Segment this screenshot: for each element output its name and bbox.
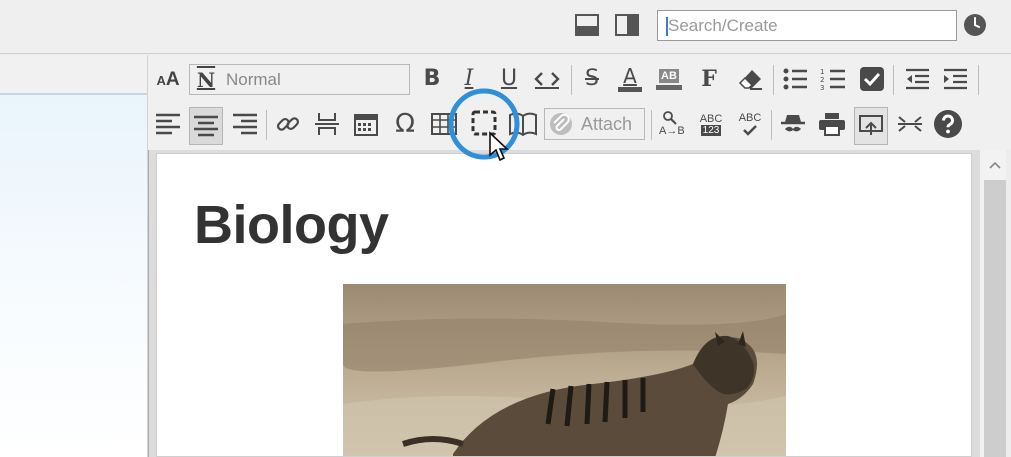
strikethrough-icon: S (585, 66, 599, 91)
thylacine-photo (343, 284, 786, 456)
incognito-button[interactable] (778, 110, 808, 138)
toolbar-separator (893, 65, 894, 95)
font-size-label-large: A (165, 69, 180, 90)
present-button[interactable] (854, 107, 888, 145)
toolbar-separator (771, 110, 772, 140)
attach-button[interactable]: Attach (544, 108, 645, 140)
align-center-icon (194, 115, 218, 137)
spellcheck-button[interactable]: ABC (735, 108, 765, 140)
word-count-number: 123 (700, 124, 722, 136)
print-button[interactable] (817, 110, 847, 138)
collapse-button[interactable] (895, 110, 925, 138)
font-color-swatch (618, 87, 642, 92)
scroll-thumb[interactable] (984, 180, 1006, 457)
numbered-list-button[interactable]: 123 (818, 65, 848, 93)
scroll-up-arrow[interactable] (984, 152, 1006, 178)
checkmark-icon (743, 125, 757, 136)
font-color-icon: A (623, 64, 637, 88)
help-button[interactable] (932, 108, 964, 140)
document-image[interactable] (343, 284, 786, 456)
horizontal-rule-icon (315, 113, 339, 135)
help-icon (934, 110, 962, 138)
mouse-cursor-icon (489, 131, 510, 162)
code-button[interactable] (532, 65, 562, 93)
font-size-label-small: A (156, 72, 166, 88)
text-caret (666, 17, 668, 36)
paragraph-style-select[interactable]: N Normal (189, 64, 410, 95)
horizontal-rule-button[interactable] (313, 110, 341, 138)
date-button[interactable] (352, 110, 380, 138)
svg-text:3: 3 (820, 84, 824, 91)
toolbar-separator (773, 65, 774, 95)
indent-button[interactable] (940, 65, 970, 93)
layout-bottom-pane-icon[interactable] (574, 12, 600, 38)
clear-format-button[interactable] (736, 65, 766, 93)
chevron-up-icon (989, 161, 1001, 169)
font-size-button[interactable]: AA (154, 67, 182, 93)
toolbar-separator (978, 65, 979, 95)
numbered-list-icon: 123 (820, 68, 845, 91)
sidebar-header (0, 55, 147, 95)
link-button[interactable] (273, 110, 303, 138)
outdent-button[interactable] (902, 65, 932, 93)
format-button[interactable]: F (695, 65, 723, 93)
attach-label: Attach (581, 113, 633, 134)
checklist-button[interactable] (858, 65, 886, 93)
toolbar-separator (266, 110, 267, 140)
printer-icon (819, 113, 845, 136)
find-replace-label: A→B (659, 125, 685, 137)
highlight-swatch (656, 84, 682, 90)
click-highlight-ring (448, 88, 520, 160)
formatting-toolbar: AA N Normal B I U S A AB F 123 Ω Attach … (148, 55, 1011, 150)
paragraph-style-icon: N (196, 67, 216, 92)
align-left-button[interactable] (154, 110, 182, 138)
indent-icon (944, 68, 967, 90)
layout-right-pane-icon[interactable] (614, 12, 640, 38)
font-color-button[interactable]: A (616, 63, 644, 95)
omega-icon: Ω (395, 109, 415, 139)
link-icon (276, 117, 300, 131)
special-character-button[interactable]: Ω (391, 110, 419, 138)
toolbar-separator (651, 110, 652, 140)
sidebar (0, 55, 148, 457)
svg-text:2: 2 (820, 76, 824, 84)
top-bar: Search/Create (0, 0, 1011, 54)
editor-page[interactable]: Biology (156, 153, 972, 457)
search-placeholder: Search/Create (668, 16, 778, 35)
bold-icon: B (423, 66, 441, 91)
strikethrough-button[interactable]: S (578, 65, 606, 93)
document-title[interactable]: Biology (194, 194, 389, 256)
presentation-icon (859, 115, 883, 135)
bulleted-list-button[interactable] (780, 65, 810, 93)
find-replace-button[interactable]: A→B (657, 108, 689, 140)
outdent-icon (906, 68, 929, 90)
highlight-label: AB (659, 68, 679, 83)
svg-text:1: 1 (820, 68, 824, 76)
highlight-button[interactable]: AB (654, 64, 684, 94)
format-icon: F (701, 66, 717, 92)
spy-icon (781, 115, 805, 132)
search-input[interactable]: Search/Create (657, 10, 957, 41)
editor-scrollbar[interactable] (980, 150, 1006, 457)
calendar-icon (354, 114, 378, 136)
magnifier-icon (663, 111, 677, 125)
collapse-icon (898, 116, 922, 132)
editor-area: Biology (148, 150, 980, 457)
paperclip-icon (550, 113, 572, 135)
align-right-button[interactable] (231, 110, 259, 138)
code-icon (534, 72, 560, 89)
clock-icon[interactable] (962, 12, 988, 38)
align-left-icon (156, 113, 180, 135)
toolbar-separator (571, 65, 572, 95)
eraser-icon (738, 70, 762, 90)
spellcheck-label: ABC (738, 112, 762, 124)
word-count-label: ABC (699, 112, 723, 125)
bulleted-list-icon (783, 68, 807, 90)
checkbox-icon (860, 67, 884, 91)
word-count-button[interactable]: ABC 123 (696, 108, 726, 140)
align-center-button[interactable] (189, 107, 223, 145)
paragraph-style-value: Normal (226, 69, 281, 89)
align-right-icon (233, 113, 257, 135)
